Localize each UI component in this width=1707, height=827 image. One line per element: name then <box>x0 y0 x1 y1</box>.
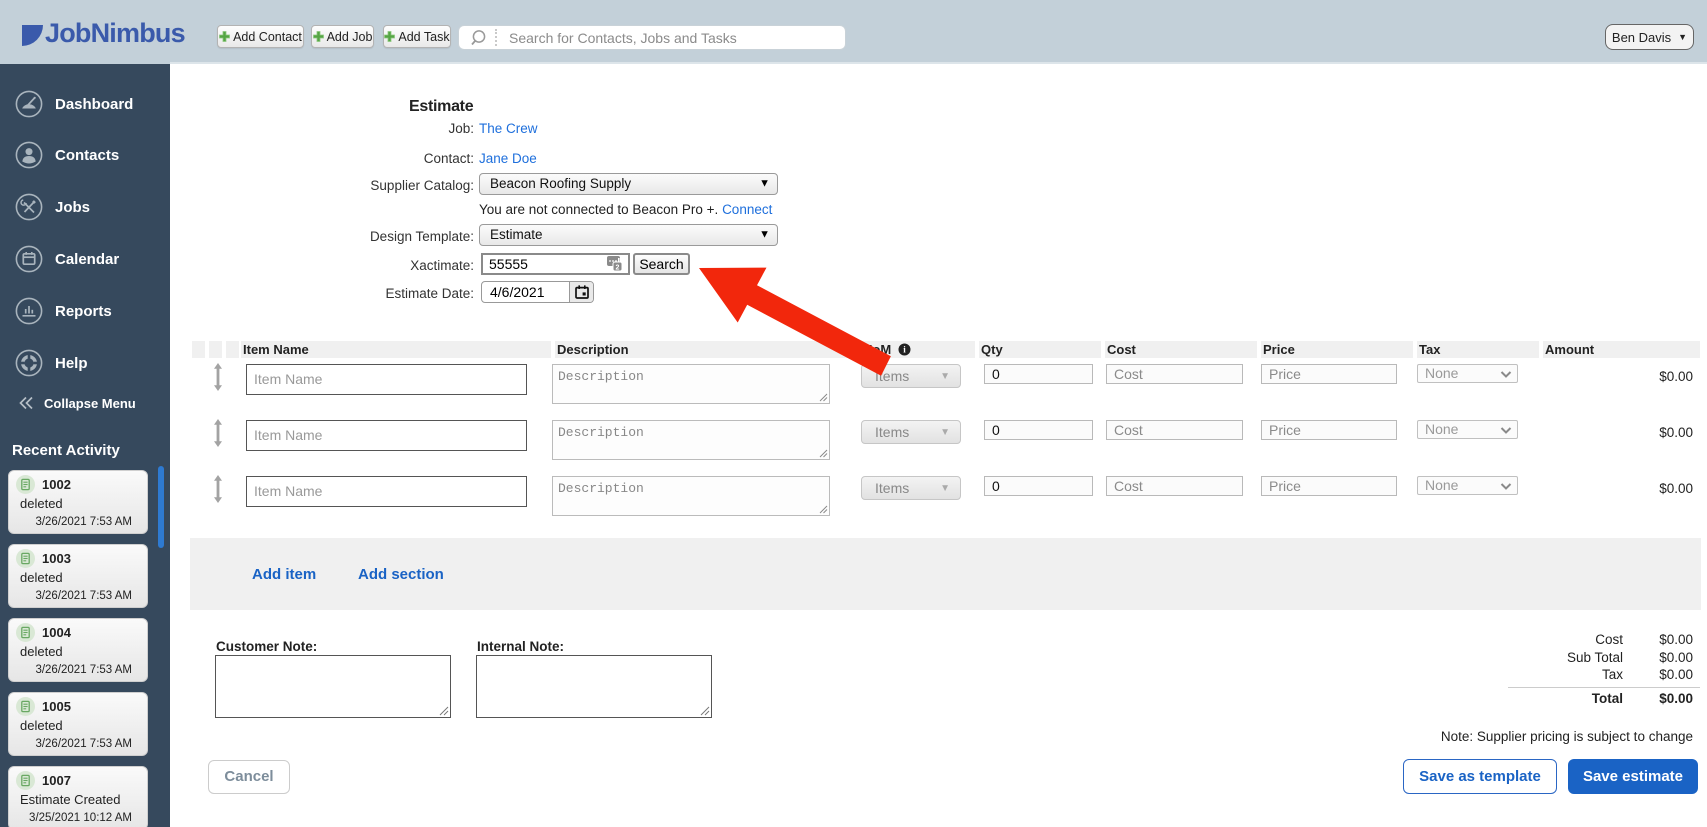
svg-text:2: 2 <box>616 265 620 272</box>
